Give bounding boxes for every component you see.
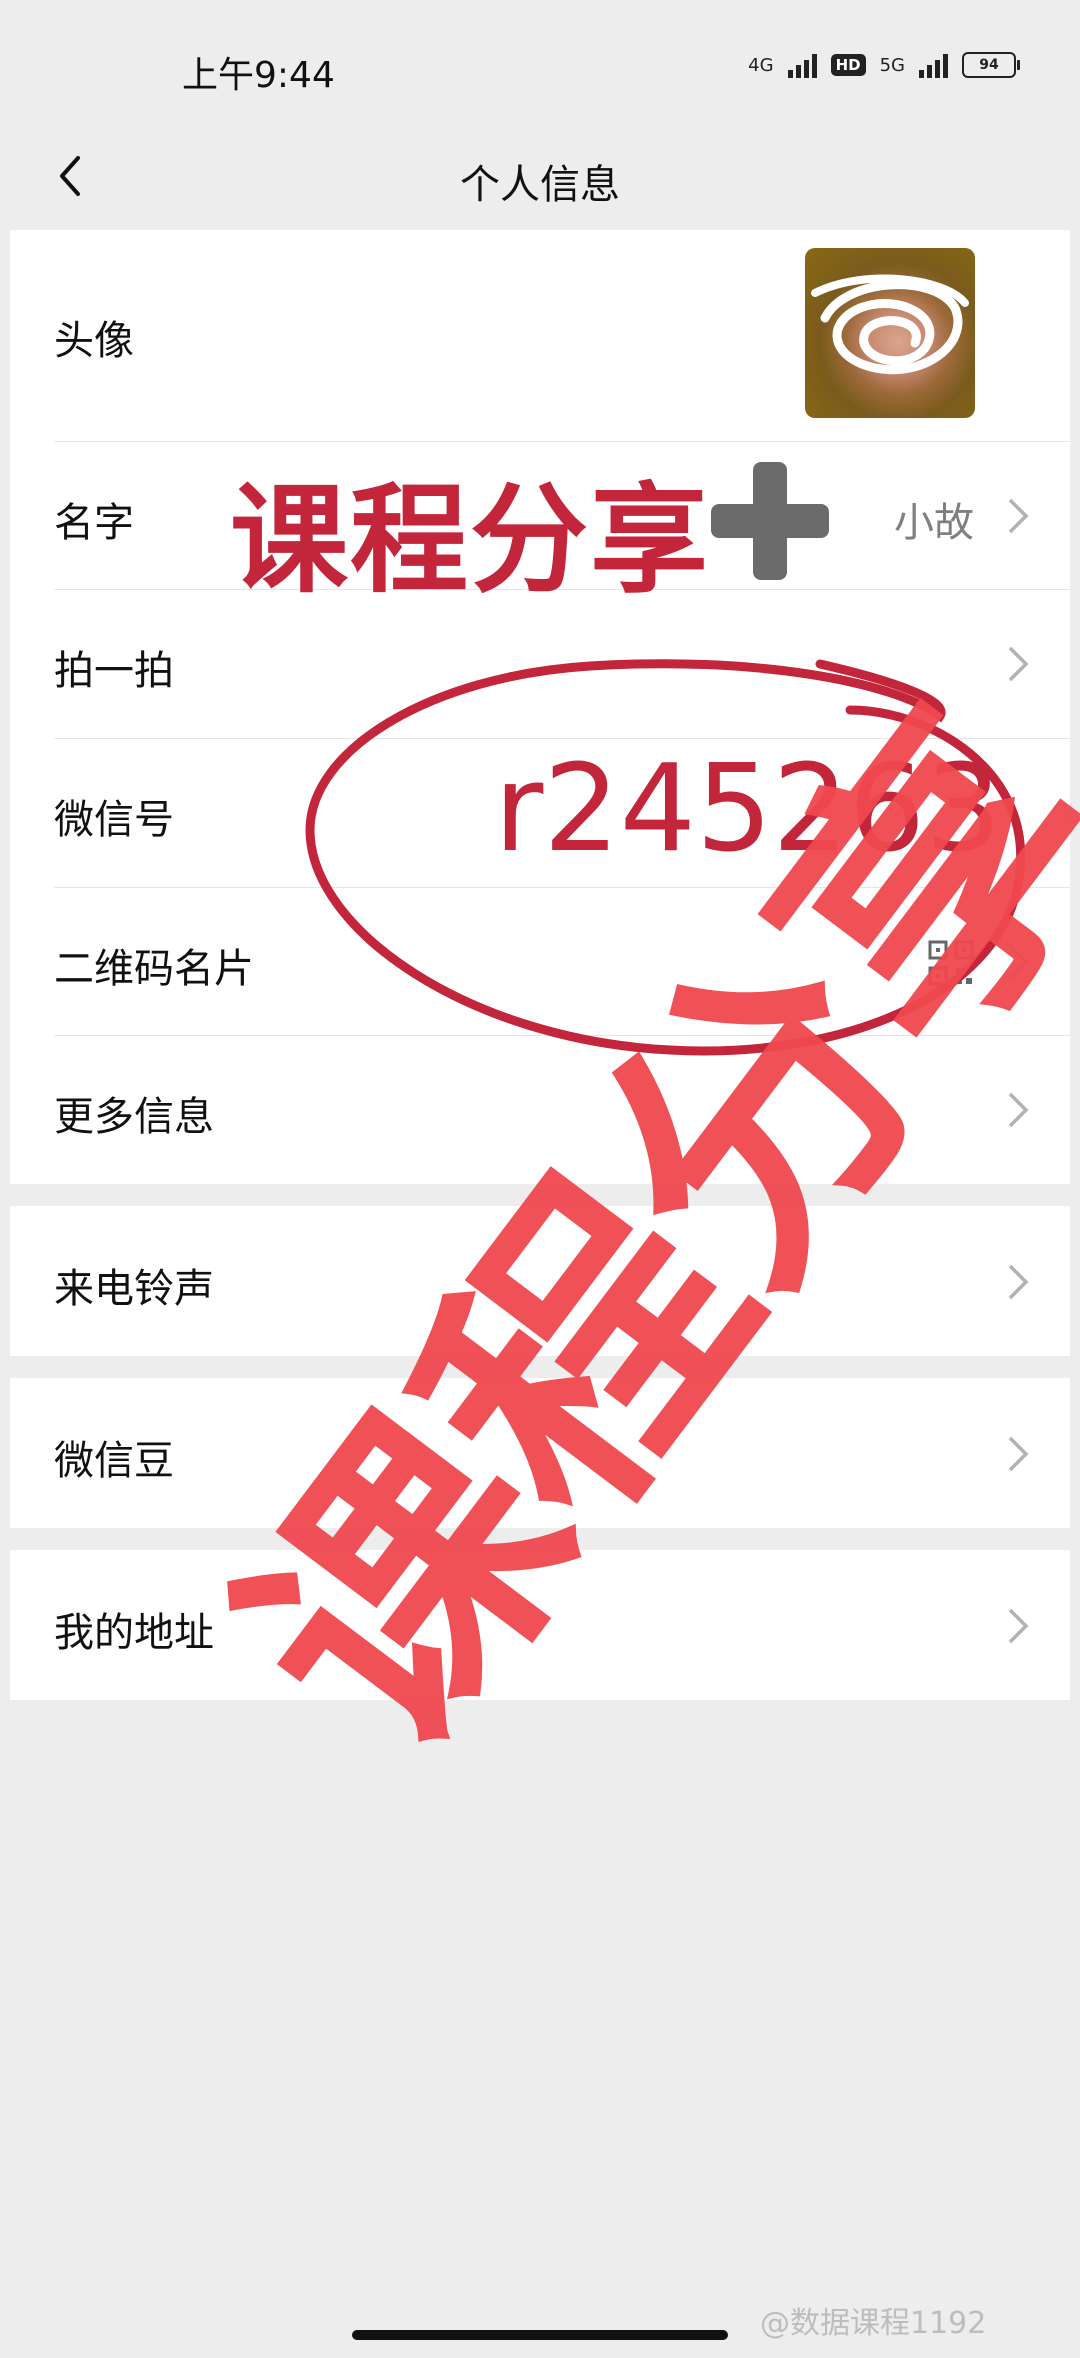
signal-icon [787,52,817,78]
chevron-right-icon [1008,498,1029,534]
chevron-right-icon [1008,1092,1029,1128]
row-label-more-info: 更多信息 [54,1094,214,1140]
row-avatar[interactable]: 头像 [10,230,1070,442]
row-address[interactable]: 我的地址 [10,1550,1070,1700]
row-name[interactable]: 名字 小故 [10,442,1070,590]
bottom-credit-watermark: @数据课程1192 [760,2306,987,2341]
qr-code-icon [928,940,974,986]
row-label-avatar: 头像 [54,318,134,364]
home-indicator[interactable] [352,2330,728,2340]
avatar[interactable] [805,248,975,418]
status-icons: 4G HD 5G 94 [748,52,1020,78]
row-label-wechat-id: 微信号 [54,797,174,843]
avatar-scribble-mark [811,274,969,375]
row-beans[interactable]: 微信豆 [10,1378,1070,1528]
status-bar: 上午9:44 4G HD 5G 94 [0,0,1080,130]
row-label-ringtone: 来电铃声 [54,1266,214,1312]
profile-card: 头像 名字 小故 拍一拍 微信号 二维码名片 更多信息 [10,230,1070,1184]
page-title: 个人信息 [460,162,620,208]
chevron-right-icon [1008,646,1029,682]
name-value: 小故 [894,500,974,546]
row-qr-card[interactable]: 二维码名片 [10,888,1070,1036]
battery-icon: 94 [962,52,1020,78]
row-pat[interactable]: 拍一拍 [10,590,1070,739]
row-label-name: 名字 [54,500,134,546]
row-label-address: 我的地址 [54,1610,214,1656]
ringtone-card: 来电铃声 [10,1206,1070,1356]
chevron-right-icon [1008,1264,1029,1300]
hd-badge: HD [830,54,866,76]
network-label-4g: 4G [748,54,774,76]
row-label-pat: 拍一拍 [54,648,174,694]
row-wechat-id[interactable]: 微信号 [10,739,1070,888]
beans-card: 微信豆 [10,1378,1070,1528]
status-time: 上午9:44 [182,55,335,96]
row-label-qr-card: 二维码名片 [54,946,254,992]
chevron-right-icon [1008,1436,1029,1472]
network-label-5g: 5G [879,54,905,76]
nav-bar: 个人信息 [0,130,1080,230]
signal-icon-2 [919,52,948,78]
chevron-right-icon [1008,1608,1029,1644]
row-more-info[interactable]: 更多信息 [10,1036,1070,1184]
row-ringtone[interactable]: 来电铃声 [10,1206,1070,1356]
chevron-right-icon [1008,944,1029,980]
row-label-beans: 微信豆 [54,1438,174,1484]
address-card: 我的地址 [10,1550,1070,1700]
